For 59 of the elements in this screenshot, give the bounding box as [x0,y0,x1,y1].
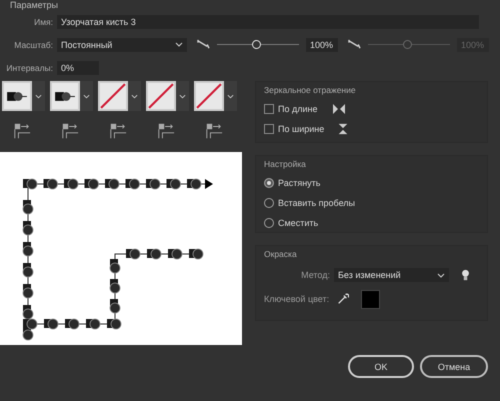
option-label: По ширине [278,124,324,134]
option-label: Сместить [278,218,320,228]
chevron-icon [131,94,138,98]
tile-dropdown[interactable] [224,81,237,111]
key-color-swatch[interactable] [361,290,380,308]
chevron-icon [175,42,183,47]
radio-button[interactable] [264,178,274,188]
pressure-icon [348,39,361,50]
radio-button[interactable] [264,198,274,208]
radio-button[interactable] [264,218,274,228]
brush-tile-icon [7,90,27,102]
tile-type-icon [13,122,31,140]
scale-label: Масштаб: [13,40,53,50]
eyedropper-icon[interactable] [337,293,350,305]
tile-dropdown[interactable] [128,81,141,111]
chevron-icon [179,94,186,98]
lightbulb-icon[interactable] [461,269,470,281]
tile-dropdown[interactable] [176,81,189,111]
chevron-icon [35,94,42,98]
method-label: Метод: [300,270,330,280]
option-label: По длине [278,104,318,114]
tile-type-icon [205,122,223,140]
spacing-label: Интервалы: [5,62,53,72]
dialog-button[interactable]: OK [348,355,414,378]
panel-title: Окраска [264,249,298,259]
tile-type-icon [61,122,79,140]
tile-dropdown[interactable] [32,81,45,111]
flip-horizontal-icon [332,103,346,115]
tile-swatch[interactable] [98,81,128,111]
none-tile-icon [148,83,174,109]
tile-type-icon [157,122,175,140]
option-label: Вставить пробелы [278,198,356,208]
option-label: Растянуть [278,178,320,188]
tile-dropdown[interactable] [80,81,93,111]
panel-title: Зеркальное отражение [264,85,357,95]
section-title: Параметры [9,0,59,10]
chevron-icon [83,94,90,98]
checkbox[interactable] [264,104,274,114]
key-color-label: Ключевой цвет: [264,294,330,304]
tile-type-icon [109,122,127,140]
spacing-field[interactable]: 0% [57,60,99,74]
chevron-icon [437,272,445,278]
scale-dropdown[interactable]: Постоянный [57,38,187,52]
name-label: Имя: [33,16,53,26]
none-tile-icon [100,83,126,109]
scale-value-field[interactable]: 100% [306,38,338,52]
panel-title: Настройка [264,159,307,169]
tile-swatch[interactable] [194,81,224,111]
pressure-icon [197,39,210,50]
tile-swatch[interactable] [2,81,32,111]
none-tile-icon [196,83,222,109]
chevron-icon [227,94,234,98]
tile-swatch[interactable] [50,81,80,111]
checkbox[interactable] [264,124,274,134]
name-field[interactable]: Узорчатая кисть 3 [57,14,479,28]
brush-tile-icon [55,90,75,102]
method-dropdown[interactable]: Без изменений [334,268,449,282]
dialog-button[interactable]: Отмена [420,355,488,378]
tile-swatch[interactable] [146,81,176,111]
